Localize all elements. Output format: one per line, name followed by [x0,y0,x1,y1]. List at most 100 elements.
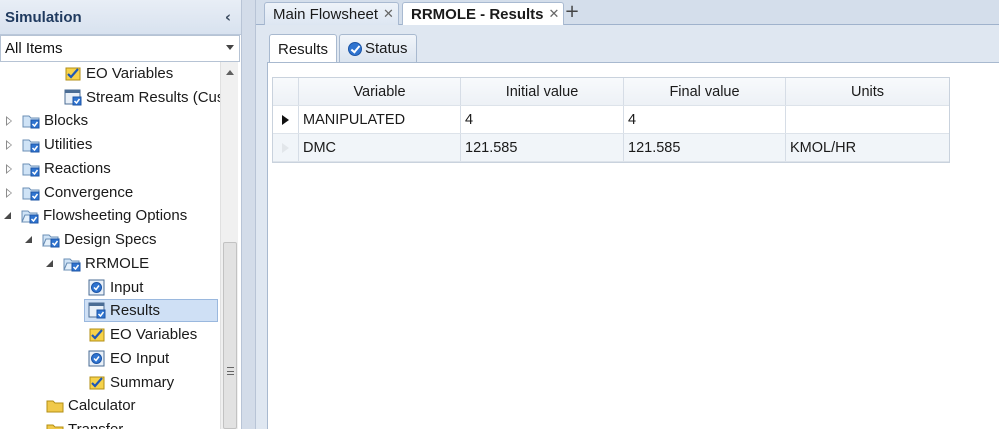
tab-label: Main Flowsheet [273,5,379,23]
tab-label: Status [365,40,408,57]
grid-header-row: Variable Initial value Final value Units [273,78,949,106]
cell-final-value[interactable]: 121.585 [624,134,786,161]
collapse-pane-icon[interactable]: ‹ [219,6,237,28]
tree-item-design-specs[interactable]: Design Specs [25,228,157,251]
cell-initial-value[interactable]: 121.585 [461,134,624,161]
column-header-final-value[interactable]: Final value [624,78,786,105]
tree-item-input[interactable]: Input [88,276,143,299]
expand-arrow-icon[interactable] [6,163,12,174]
collapse-arrow-icon[interactable] [4,212,11,219]
tree-item-label: Results [110,301,161,319]
folder-icon [46,424,64,429]
tree-item-transfer[interactable]: Transfer [46,418,123,429]
row-selector[interactable] [273,134,299,161]
row-selector-header[interactable] [273,78,299,105]
tab-label: Results [278,40,329,58]
folder-check-icon [22,163,40,177]
tree-item-results[interactable]: Results [84,299,218,322]
folder-check-icon [22,139,40,153]
expand-arrow-icon[interactable] [6,139,12,150]
cell-final-value[interactable]: 4 [624,106,786,133]
folder-icon [46,400,64,413]
new-tab-plus-icon[interactable]: + [562,1,582,23]
tree-item-eo-variables[interactable]: EO Variables [88,323,197,346]
tree-item-flowsheeting-options[interactable]: Flowsheeting Options [4,204,187,227]
tree-item-label: Blocks [44,111,89,129]
tab-results[interactable]: Results [269,34,338,63]
items-filter-value: All Items [5,40,63,57]
eo-variables-check-icon [89,376,105,390]
column-header-variable[interactable]: Variable [299,78,461,105]
column-header-units[interactable]: Units [786,78,949,105]
tree-item-eo-variables[interactable]: EO Variables [64,62,173,85]
pane-splitter[interactable] [241,0,256,429]
tree-item-label: Convergence [44,183,134,201]
column-header-initial-value[interactable]: Initial value [461,78,624,105]
table-row[interactable]: DMC 121.585 121.585 KMOL/HR [273,134,949,162]
navigation-title: Simulation [5,9,82,26]
tree-item-label: Transfer [68,420,124,429]
cell-variable[interactable]: DMC [299,134,461,161]
tree-item-stream-results[interactable]: Stream Results (Cus [64,86,220,109]
open-folder-check-icon [63,258,81,272]
tree-item-convergence[interactable]: Convergence [6,181,133,204]
tree-item-label: Flowsheeting Options [43,206,188,224]
open-folder-check-icon [42,234,60,248]
table-row[interactable]: MANIPULATED 4 4 [273,106,949,134]
row-pointer-icon [282,142,289,153]
tree-item-label: Reactions [44,159,111,177]
tree-item-summary[interactable]: Summary [88,371,174,394]
tree-item-label: EO Variables [110,325,198,343]
tree-item-label: Utilities [44,135,93,153]
navigation-header: Simulation ‹ [0,0,241,35]
tree-item-rrmole[interactable]: RRMOLE [46,252,149,275]
document-tab-strip: Main Flowsheet ✕ RRMOLE - Results ✕ + [256,0,999,25]
tab-rrmole-results[interactable]: RRMOLE - Results ✕ [402,2,565,25]
tab-main-flowsheet[interactable]: Main Flowsheet ✕ [264,2,399,25]
tree-item-blocks[interactable]: Blocks [6,109,88,132]
close-icon[interactable]: ✕ [549,6,560,22]
tree-item-label: RRMOLE [85,254,150,272]
tree-item-label: Stream Results (Cus [86,88,220,106]
tree-item-calculator[interactable]: Calculator [46,394,136,417]
scrollbar-thumb[interactable] [223,242,237,429]
folder-check-icon [22,187,40,201]
tab-status[interactable]: Status [339,34,417,62]
tree-item-utilities[interactable]: Utilities [6,133,92,156]
tree-item-reactions[interactable]: Reactions [6,157,111,180]
folder-check-icon [22,115,40,129]
close-icon[interactable]: ✕ [383,6,394,22]
current-row-pointer-icon [282,114,289,125]
tree-item-eo-input[interactable]: EO Input [88,347,169,370]
tree-item-label: Summary [110,373,175,391]
open-folder-check-icon [21,210,39,224]
tree-item-label: EO Input [110,349,170,367]
form-check-icon [88,350,105,367]
expand-arrow-icon[interactable] [6,187,12,198]
cell-variable[interactable]: MANIPULATED [299,106,461,133]
eo-variables-check-icon [65,67,81,81]
items-filter-select[interactable]: All Items [0,35,240,62]
expand-arrow-icon[interactable] [6,115,12,126]
grip-icon [227,367,234,375]
form-check-icon [88,279,105,296]
cell-units[interactable]: KMOL/HR [786,134,949,161]
collapse-arrow-icon[interactable] [46,260,53,267]
navigation-tree: EO Variables Stream Results (Cus Blocks [0,62,220,429]
eo-variables-check-icon [89,328,105,342]
collapse-arrow-icon[interactable] [25,236,32,243]
results-grid: Variable Initial value Final value Units… [272,77,950,163]
results-form-icon [64,89,82,106]
results-form-icon [88,302,106,319]
status-check-icon [348,41,362,56]
dropdown-caret-icon[interactable] [226,45,234,50]
cell-units[interactable] [786,106,949,133]
tree-item-label: Input [110,278,144,296]
navigation-pane: Simulation ‹ All Items EO Variables Stre… [0,0,241,429]
tab-label: RRMOLE - Results [411,5,544,23]
results-form-area: Results Status Variable Initial value Fi… [256,25,999,429]
cell-initial-value[interactable]: 4 [461,106,624,133]
scroll-up-arrow-icon[interactable] [226,70,234,75]
row-selector[interactable] [273,106,299,133]
tree-scrollbar[interactable] [220,62,238,429]
